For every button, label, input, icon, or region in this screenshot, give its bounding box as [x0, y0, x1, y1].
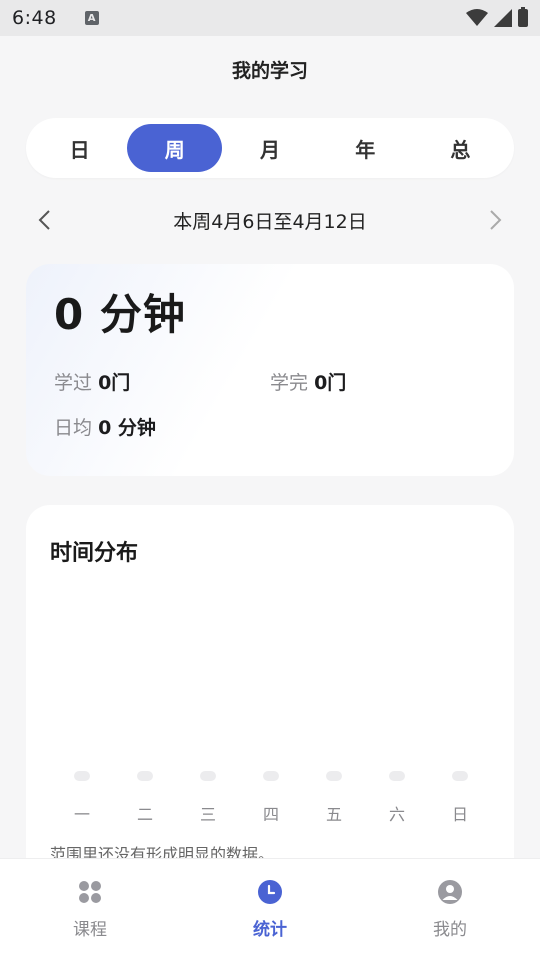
nav-statistics[interactable]: 统计	[180, 859, 360, 960]
day-label: 六	[388, 805, 405, 824]
notification-a-icon: A	[84, 11, 99, 25]
total-minutes: 0 分钟	[54, 290, 186, 339]
distribution-bar	[452, 771, 468, 781]
date-range-label: 本周4月6日至4月12日	[173, 210, 367, 233]
nav-statistics-label: 统计	[253, 920, 287, 940]
status-icons	[466, 7, 528, 27]
courses-completed: 学完 0门	[270, 368, 486, 395]
distribution-bar	[137, 771, 153, 781]
stat-row-daily: 日均 0 分钟	[54, 413, 486, 440]
distribution-bar	[389, 771, 405, 781]
nav-courses-label: 课程	[73, 920, 107, 940]
day-label: 四	[262, 805, 279, 824]
daily-average-value: 0 分钟	[98, 417, 156, 439]
day-label: 一	[73, 805, 90, 824]
day-label: 二	[136, 805, 153, 824]
day-label: 三	[199, 805, 216, 824]
tab-total[interactable]: 总	[413, 124, 508, 172]
summary-card: 0 分钟 学过 0门 学完 0门 日均 0 分钟	[26, 264, 514, 476]
nav-profile[interactable]: 我的	[360, 859, 540, 960]
status-time: 6:48	[12, 7, 57, 29]
distribution-bar	[74, 771, 90, 781]
courses-completed-value: 0门	[314, 372, 347, 394]
bottom-nav: 课程 统计 我的	[0, 858, 540, 960]
chevron-right-icon	[490, 210, 502, 230]
courses-completed-label: 学完	[270, 372, 309, 394]
profile-icon	[438, 880, 462, 904]
distribution-title: 时间分布	[50, 541, 139, 566]
stat-row: 学过 0门 学完 0门	[54, 368, 486, 395]
day-label: 五	[325, 805, 342, 824]
tab-month[interactable]: 月	[222, 124, 317, 172]
daily-average-label: 日均	[54, 417, 93, 439]
daily-average: 日均 0 分钟	[54, 413, 284, 440]
period-tabs: 日 周 月 年 总	[26, 118, 514, 178]
previous-period-button[interactable]	[26, 202, 62, 238]
status-bar: 6:48 A	[0, 0, 540, 36]
courses-studied-value: 0门	[98, 372, 131, 394]
signal-icon	[494, 9, 512, 27]
date-range-nav: 本周4月6日至4月12日	[26, 200, 514, 240]
clock-icon	[258, 880, 282, 904]
chevron-left-icon	[38, 210, 50, 230]
battery-icon	[518, 7, 528, 27]
distribution-bar	[200, 771, 216, 781]
tab-week[interactable]: 周	[127, 124, 223, 172]
tab-day[interactable]: 日	[32, 124, 127, 172]
page-title: 我的学习	[231, 60, 308, 82]
wifi-icon	[466, 9, 488, 26]
nav-courses[interactable]: 课程	[0, 859, 180, 960]
courses-studied: 学过 0门	[54, 368, 270, 395]
tab-year[interactable]: 年	[318, 124, 413, 172]
next-period-button[interactable]	[478, 202, 514, 238]
distribution-bar	[326, 771, 342, 781]
distribution-bar	[263, 771, 279, 781]
courses-studied-label: 学过	[54, 372, 93, 394]
nav-profile-label: 我的	[433, 920, 467, 940]
grid-icon	[79, 881, 101, 903]
day-label: 日	[451, 805, 468, 824]
